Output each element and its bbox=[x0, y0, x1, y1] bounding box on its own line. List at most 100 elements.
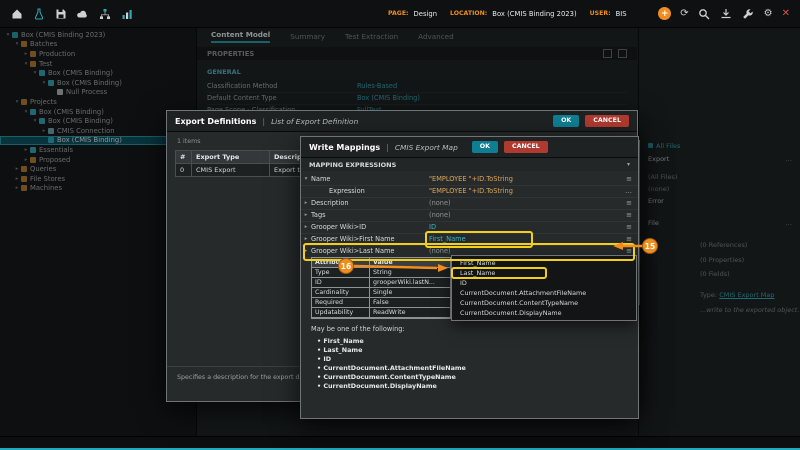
attr-row-type: Type String bbox=[312, 268, 450, 278]
menu-icon[interactable]: ≡ bbox=[626, 235, 632, 243]
row-value[interactable]: "EMPLOYEE "+ID.ToString bbox=[429, 187, 529, 195]
chevron-down-icon[interactable]: ▾ bbox=[627, 161, 630, 168]
mapping-expressions-header[interactable]: MAPPING EXPRESSIONS ▾ bbox=[301, 158, 638, 171]
topbar-right-icons: + ⟳ ⚙ ✕ bbox=[658, 0, 790, 27]
title-separator: | bbox=[386, 142, 389, 152]
caret-icon[interactable] bbox=[301, 248, 311, 254]
breadcrumb: PAGE: Design LOCATION: Box (CMIS Binding… bbox=[388, 0, 627, 27]
attr-name: Updatability bbox=[312, 308, 370, 318]
hint-item: CurrentDocument.DisplayName bbox=[317, 382, 466, 391]
attr-row-required: Required False bbox=[312, 298, 450, 308]
page-value[interactable]: Design bbox=[414, 10, 437, 18]
col-num[interactable]: # bbox=[176, 151, 192, 163]
cloud-icon[interactable] bbox=[76, 7, 89, 20]
row-label: Expression bbox=[329, 187, 365, 195]
chart-icon[interactable] bbox=[120, 7, 133, 20]
user-label: USER: bbox=[589, 10, 611, 17]
dropdown-option-highlighted[interactable]: Last_Name bbox=[451, 267, 547, 279]
callout-badge-15: 15 bbox=[642, 238, 658, 254]
dropdown-option[interactable]: ID bbox=[452, 278, 636, 288]
attr-name: Required bbox=[312, 298, 370, 308]
ok-button[interactable]: OK bbox=[553, 115, 580, 127]
row-value[interactable]: (none) bbox=[429, 211, 529, 219]
search-icon[interactable] bbox=[698, 7, 711, 20]
download-icon[interactable] bbox=[720, 7, 733, 20]
attr-value: String bbox=[370, 268, 450, 278]
col-export-type[interactable]: Export Type bbox=[192, 151, 270, 163]
row-label: Description bbox=[311, 199, 349, 207]
flask-icon[interactable] bbox=[32, 7, 45, 20]
row-label: Grooper Wiki>ID bbox=[311, 223, 367, 231]
attr-value: ReadWrite bbox=[370, 308, 450, 318]
wrench-icon[interactable] bbox=[742, 7, 755, 20]
page-label: PAGE: bbox=[388, 10, 409, 17]
caret-icon[interactable] bbox=[301, 236, 311, 242]
dialog-titlebar: Export Definitions | List of Export Defi… bbox=[167, 111, 637, 132]
cell-num: 0 bbox=[176, 164, 192, 176]
attr-value: Single bbox=[370, 288, 450, 298]
gear-icon[interactable]: ⚙ bbox=[764, 7, 773, 20]
value-dropdown: First_Name Last_Name ID CurrentDocument.… bbox=[451, 255, 637, 321]
cancel-button[interactable]: CANCEL bbox=[585, 115, 629, 127]
hint-item: CurrentDocument.AttachmentFileName bbox=[317, 364, 466, 373]
sitemap-icon[interactable] bbox=[98, 7, 111, 20]
menu-icon[interactable]: ≡ bbox=[626, 223, 632, 231]
ok-button[interactable]: OK bbox=[471, 141, 498, 153]
menu-icon[interactable]: ≡ bbox=[626, 175, 632, 183]
save-icon[interactable] bbox=[54, 7, 67, 20]
caret-icon[interactable] bbox=[301, 176, 311, 182]
home-icon[interactable] bbox=[10, 7, 23, 20]
location-label: LOCATION: bbox=[450, 10, 488, 17]
hint-item: ID bbox=[317, 355, 466, 364]
caret-icon[interactable] bbox=[301, 200, 311, 206]
dropdown-option[interactable]: CurrentDocument.DisplayName bbox=[452, 308, 636, 318]
hint-item: First_Name bbox=[317, 337, 466, 346]
row-value[interactable]: "EMPLOYEE "+ID.ToString bbox=[429, 175, 529, 183]
caret-icon[interactable] bbox=[301, 224, 311, 230]
top-bar: PAGE: Design LOCATION: Box (CMIS Binding… bbox=[0, 0, 800, 28]
row-value[interactable]: First_Name bbox=[429, 235, 529, 243]
attr-row-id: ID grooperWiki.lastN... bbox=[312, 278, 450, 288]
row-label: Tags bbox=[311, 211, 326, 219]
attribute-table: Attribute Value Type String ID grooperWi… bbox=[311, 257, 451, 319]
row-value[interactable]: (none) bbox=[429, 247, 529, 255]
attr-row-updatability: Updatability ReadWrite bbox=[312, 308, 450, 318]
dialog-title: Write Mappings bbox=[309, 142, 381, 152]
add-icon[interactable]: + bbox=[658, 7, 672, 20]
close-icon[interactable]: ✕ bbox=[782, 7, 790, 20]
row-value[interactable]: ID bbox=[429, 223, 529, 231]
menu-icon[interactable]: ≡ bbox=[626, 199, 632, 207]
menu-icon[interactable]: ≡ bbox=[626, 247, 632, 255]
menu-icon[interactable]: ≡ bbox=[626, 211, 632, 219]
dialog-subtitle: List of Export Definition bbox=[271, 116, 359, 126]
location-value[interactable]: Box (CMIS Binding 2023) bbox=[492, 10, 576, 18]
attr-name: ID bbox=[312, 278, 370, 288]
row-label: Grooper Wiki>Last Name bbox=[311, 247, 395, 255]
dropdown-option[interactable]: First_Name bbox=[452, 258, 636, 268]
section-title: MAPPING EXPRESSIONS bbox=[309, 160, 397, 169]
dialog-titlebar: Write Mappings | CMIS Export Map OK CANC… bbox=[301, 137, 638, 158]
dropdown-option[interactable]: CurrentDocument.AttachmentFileName bbox=[452, 288, 636, 298]
col-value: Value bbox=[370, 258, 450, 268]
cell-export-type: CMIS Export bbox=[192, 164, 270, 176]
row-label: Grooper Wiki>First Name bbox=[311, 235, 395, 243]
hint-list: First_Name Last_Name ID CurrentDocument.… bbox=[317, 337, 466, 391]
topbar-left-icons bbox=[10, 0, 133, 27]
attr-row-cardinality: Cardinality Single bbox=[312, 288, 450, 298]
dialog-subtitle: CMIS Export Map bbox=[394, 142, 458, 152]
dropdown-option[interactable]: CurrentDocument.ContentTypeName bbox=[452, 298, 636, 308]
caret-icon[interactable] bbox=[301, 212, 311, 218]
items-count: 1 items bbox=[177, 138, 201, 145]
refresh-icon[interactable]: ⟳ bbox=[680, 7, 688, 20]
hint-item: Last_Name bbox=[317, 346, 466, 355]
attr-value: grooperWiki.lastN... bbox=[370, 278, 450, 288]
row-label: Name bbox=[311, 175, 331, 183]
row-value[interactable]: (none) bbox=[429, 199, 529, 207]
callout-badge-16: 16 bbox=[338, 258, 354, 274]
title-separator: | bbox=[262, 116, 266, 126]
dialog-title: Export Definitions bbox=[175, 116, 257, 126]
cancel-button[interactable]: CANCEL bbox=[504, 141, 548, 153]
hint-item: CurrentDocument.ContentTypeName bbox=[317, 373, 466, 382]
user-value[interactable]: BIS bbox=[616, 10, 627, 18]
ellipsis-button[interactable]: … bbox=[625, 187, 632, 195]
